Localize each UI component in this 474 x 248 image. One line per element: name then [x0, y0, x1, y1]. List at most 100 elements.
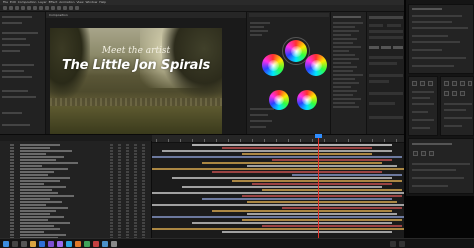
layer-switch[interactable]: [110, 186, 113, 188]
layer-switch[interactable]: [118, 210, 121, 212]
field[interactable]: [369, 80, 389, 83]
layer-switch[interactable]: [134, 213, 137, 215]
list-item[interactable]: [2, 124, 30, 126]
align-center-button[interactable]: [420, 81, 425, 86]
layer-switch[interactable]: [126, 180, 129, 182]
layer-switch[interactable]: [110, 228, 113, 230]
list-item[interactable]: [333, 38, 357, 40]
layer-switch[interactable]: [118, 165, 121, 167]
layer-name[interactable]: [20, 225, 54, 227]
layer-switch[interactable]: [110, 180, 113, 182]
color-wheel-highlights[interactable]: [305, 54, 327, 76]
layer-switch[interactable]: [126, 156, 129, 158]
layer-switch[interactable]: [110, 222, 113, 224]
list-item[interactable]: [250, 30, 268, 32]
layer-switch[interactable]: [126, 225, 129, 227]
layer-switch[interactable]: [110, 198, 113, 200]
list-item[interactable]: [2, 22, 22, 24]
layer-switch[interactable]: [126, 210, 129, 212]
layer-switch[interactable]: [126, 213, 129, 215]
layer-clip[interactable]: [247, 213, 397, 215]
layer-switch[interactable]: [126, 150, 129, 152]
field[interactable]: [369, 74, 403, 77]
layer-name[interactable]: [20, 231, 44, 233]
field[interactable]: [412, 97, 430, 99]
layer-name[interactable]: [20, 183, 44, 185]
layer-switch[interactable]: [110, 156, 113, 158]
first-frame-button[interactable]: [413, 151, 418, 156]
color-wheel-lower-right[interactable]: [297, 90, 317, 110]
layer-name[interactable]: [20, 195, 74, 197]
layer-name[interactable]: [20, 174, 48, 176]
list-item[interactable]: [2, 70, 24, 72]
layer-name[interactable]: [20, 234, 66, 236]
layer-switch[interactable]: [110, 177, 113, 179]
layer-switch[interactable]: [134, 174, 137, 176]
layer-switch[interactable]: [142, 165, 145, 167]
layer-switch[interactable]: [134, 192, 137, 194]
layer-switch[interactable]: [118, 204, 121, 206]
layer-switch[interactable]: [134, 228, 137, 230]
layer-switch[interactable]: [142, 177, 145, 179]
layer-switch[interactable]: [110, 150, 113, 152]
list-item[interactable]: [333, 98, 361, 100]
list-item[interactable]: [2, 64, 34, 66]
layer-name[interactable]: [20, 207, 68, 209]
field[interactable]: [412, 119, 434, 121]
list-item[interactable]: [333, 86, 351, 88]
list-item[interactable]: [2, 90, 28, 92]
layer-switch[interactable]: [110, 201, 113, 203]
layer-switch[interactable]: [118, 168, 121, 170]
layer-switch[interactable]: [110, 225, 113, 227]
layer-switch[interactable]: [142, 234, 145, 236]
list-item[interactable]: [333, 66, 357, 68]
menu-item-file[interactable]: File: [3, 0, 8, 4]
field[interactable]: [369, 36, 403, 39]
menu-item-help[interactable]: Help: [99, 0, 106, 4]
layer-clip[interactable]: [252, 183, 392, 185]
layer-switch[interactable]: [142, 156, 145, 158]
layer-name[interactable]: [20, 216, 64, 218]
layer-switch[interactable]: [110, 234, 113, 236]
layer-switch[interactable]: [110, 219, 113, 221]
list-item[interactable]: [250, 126, 266, 128]
type-tool-icon[interactable]: [51, 6, 55, 10]
app-icon[interactable]: [102, 241, 108, 247]
layer-switch[interactable]: [110, 189, 113, 191]
field[interactable]: [387, 24, 401, 27]
layer-switch[interactable]: [126, 162, 129, 164]
tray-icon[interactable]: [390, 241, 396, 247]
layer-switch[interactable]: [142, 186, 145, 188]
layer-clip[interactable]: [222, 231, 392, 233]
layer-switch[interactable]: [134, 171, 137, 173]
layer-switch[interactable]: [118, 216, 121, 218]
eraser-tool-icon[interactable]: [69, 6, 73, 10]
layer-name[interactable]: [20, 144, 60, 146]
layer-switch[interactable]: [110, 192, 113, 194]
list-item[interactable]: [250, 114, 268, 116]
layer-switch[interactable]: [118, 225, 121, 227]
app-icon[interactable]: [84, 241, 90, 247]
file-explorer-icon[interactable]: [30, 241, 36, 247]
camera-tool-icon[interactable]: [27, 6, 31, 10]
field[interactable]: [444, 117, 472, 119]
layer-switch[interactable]: [126, 165, 129, 167]
toggle-button[interactable]: [452, 91, 457, 96]
toggle-button[interactable]: [444, 81, 449, 86]
layer-switch[interactable]: [142, 222, 145, 224]
layer-switch[interactable]: [126, 153, 129, 155]
layer-switch[interactable]: [118, 198, 121, 200]
layer-switch[interactable]: [110, 231, 113, 233]
layer-switch[interactable]: [142, 153, 145, 155]
layer-switch[interactable]: [126, 168, 129, 170]
layer-switch[interactable]: [126, 195, 129, 197]
list-item[interactable]: [333, 106, 359, 108]
layer-switch[interactable]: [134, 207, 137, 209]
premiere-icon[interactable]: [48, 241, 54, 247]
toggle-button[interactable]: [468, 81, 472, 86]
layer-switch[interactable]: [118, 195, 121, 197]
layer-switch[interactable]: [118, 150, 121, 152]
layer-clip[interactable]: [152, 156, 402, 158]
layer-name[interactable]: [20, 153, 46, 155]
layer-switch[interactable]: [110, 159, 113, 161]
